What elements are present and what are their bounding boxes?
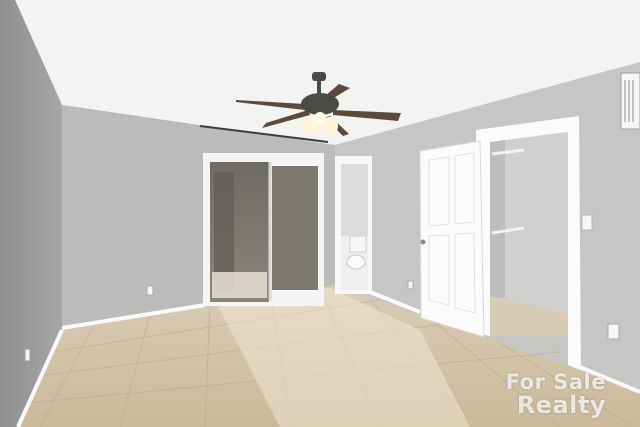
- watermark: For Sale Realty: [505, 370, 606, 419]
- sliding-glass-door: [203, 153, 324, 306]
- outlet-icon: [146, 285, 154, 296]
- outlet-icon: [607, 323, 620, 340]
- closet-frame: [476, 116, 581, 370]
- watermark-line-1: For Sale: [505, 370, 606, 394]
- room-photo: For Sale Realty: [0, 0, 640, 427]
- watermark-line-2: Realty: [516, 391, 606, 419]
- outlet-icon: [24, 348, 31, 362]
- light-switch-icon: [581, 214, 593, 231]
- room-illustration: [0, 0, 640, 427]
- bathroom-doorway: [335, 156, 372, 294]
- outlet-icon: [407, 280, 414, 290]
- vent-icon: [620, 72, 640, 130]
- closet-door: [419, 140, 485, 338]
